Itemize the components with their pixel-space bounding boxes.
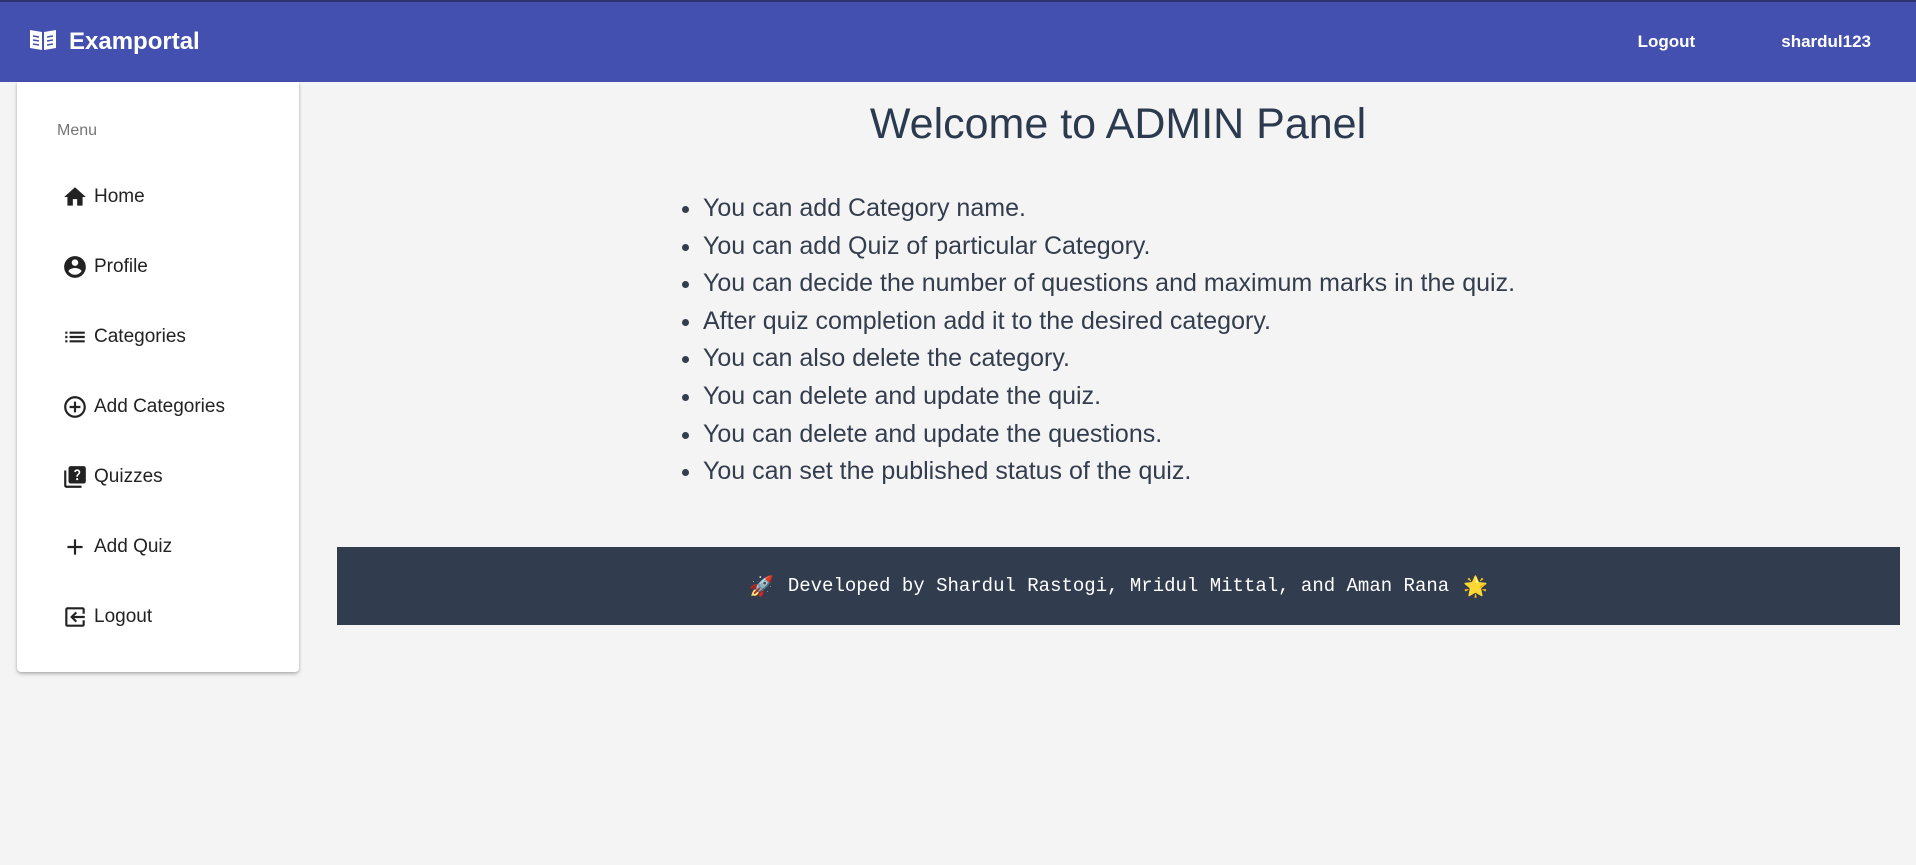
- sidebar-item-label: Categories: [94, 326, 186, 347]
- sidebar-item-label: Home: [94, 186, 145, 207]
- list-item: You can decide the number of questions a…: [703, 265, 1515, 303]
- star-icon: 🌟: [1463, 574, 1489, 598]
- sidebar-item-add-categories[interactable]: Add Categories: [61, 387, 281, 427]
- list-item: You can set the published status of the …: [703, 453, 1515, 491]
- sidebar-item-label: Logout: [94, 606, 153, 627]
- book-icon: [28, 26, 69, 59]
- footer: 🚀 Developed by Shardul Rastogi, Mridul M…: [337, 547, 1900, 625]
- feature-list: You can add Category name. You can add Q…: [703, 190, 1515, 491]
- sidebar-item-label: Profile: [94, 256, 148, 277]
- username-link[interactable]: shardul123: [1773, 24, 1879, 60]
- sidebar-item-home[interactable]: Home: [61, 177, 281, 217]
- brand[interactable]: Examportal: [28, 26, 200, 59]
- list-item: After quiz completion add it to the desi…: [703, 303, 1515, 341]
- top-navbar: Examportal Logout shardul123: [0, 0, 1916, 82]
- brand-name: Examportal: [69, 28, 200, 55]
- sidebar-item-quizzes[interactable]: Quizzes: [61, 457, 281, 497]
- sidebar-item-label: Add Categories: [94, 396, 225, 417]
- logout-icon: [61, 603, 89, 631]
- sidebar-item-logout[interactable]: Logout: [61, 597, 281, 637]
- list-item: You can add Quiz of particular Category.: [703, 228, 1515, 266]
- add-circle-icon: [61, 393, 89, 421]
- quiz-icon: [61, 463, 89, 491]
- list-item: You can delete and update the questions.: [703, 416, 1515, 454]
- account-circle-icon: [61, 253, 89, 281]
- sidebar-item-label: Quizzes: [94, 466, 163, 487]
- menu-title: Menu: [57, 122, 98, 139]
- sidebar-item-categories[interactable]: Categories: [61, 317, 281, 357]
- rocket-icon: 🚀: [748, 574, 774, 598]
- plus-icon: [61, 533, 89, 561]
- sidebar-item-label: Add Quiz: [94, 536, 173, 557]
- list-item: You can add Category name.: [703, 190, 1515, 228]
- sidebar-item-profile[interactable]: Profile: [61, 247, 281, 287]
- home-icon: [61, 183, 89, 211]
- footer-credits: Developed by Shardul Rastogi, Mridul Mit…: [787, 575, 1450, 597]
- page-title: Welcome to ADMIN Panel: [869, 100, 1367, 148]
- sidebar-item-add-quiz[interactable]: Add Quiz: [61, 527, 281, 567]
- topbar-logout-link[interactable]: Logout: [1630, 24, 1704, 60]
- list-item: You can delete and update the quiz.: [703, 378, 1515, 416]
- list-icon: [61, 323, 89, 351]
- sidebar: Menu Home Profile Categories Add Categor…: [17, 82, 299, 672]
- list-item: You can also delete the category.: [703, 340, 1515, 378]
